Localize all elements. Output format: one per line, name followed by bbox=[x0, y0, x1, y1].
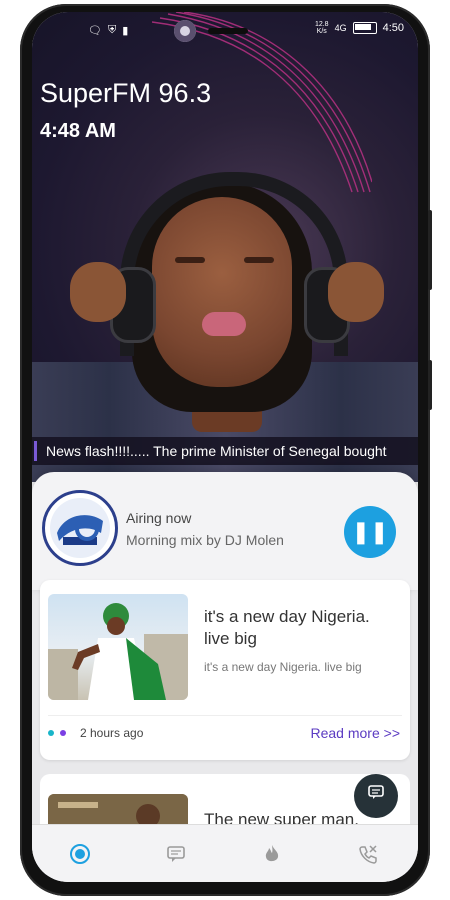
status-icons-left: 🗨 ⛨ ▮ bbox=[88, 24, 128, 37]
network-speed: 12.8 K/s bbox=[314, 21, 329, 35]
ticker-text: News flash!!!!..... The prime Minister o… bbox=[46, 443, 387, 459]
airing-label: Airing now bbox=[126, 510, 192, 526]
news-snippet: it's a new day Nigeria. live big bbox=[204, 660, 362, 674]
earpiece-speaker bbox=[208, 28, 248, 34]
shield-icon: ⛨ bbox=[107, 24, 117, 36]
bottom-navigation bbox=[32, 824, 418, 882]
person-face bbox=[152, 197, 292, 387]
chat-icon bbox=[167, 846, 185, 862]
ticker-accent-bar bbox=[34, 441, 37, 461]
chat-button[interactable] bbox=[354, 774, 398, 818]
person-lips bbox=[202, 312, 246, 336]
radio-icon bbox=[70, 844, 90, 864]
status-time: 4:50 bbox=[382, 22, 404, 34]
phone-call-icon bbox=[359, 845, 377, 864]
news-ticker[interactable]: News flash!!!!..... The prime Minister o… bbox=[32, 437, 418, 465]
person-eye bbox=[175, 257, 205, 263]
station-logo-graphic bbox=[50, 498, 110, 558]
news-thumbnail bbox=[48, 594, 188, 700]
status-icons-right: 12.8 K/s 4G 4:50 bbox=[315, 21, 404, 35]
battery-icon bbox=[352, 22, 377, 34]
now-playing-card[interactable]: Airing now Morning mix by DJ Molen ❚❚ bbox=[32, 472, 418, 590]
nav-call[interactable] bbox=[320, 825, 416, 882]
read-more-link[interactable]: Read more >> bbox=[311, 725, 401, 741]
nav-trending[interactable] bbox=[224, 825, 320, 882]
station-name: SuperFM 96.3 bbox=[40, 78, 212, 108]
person-hand-right bbox=[328, 262, 384, 322]
news-title[interactable]: it's a new day Nigeria. live big bbox=[204, 606, 394, 650]
side-button bbox=[428, 210, 432, 290]
page-dots bbox=[48, 730, 66, 736]
station-logo bbox=[42, 490, 118, 566]
divider bbox=[48, 715, 402, 716]
pause-button[interactable]: ❚❚ bbox=[344, 506, 396, 558]
app-screen: 🗨 ⛨ ▮ 12.8 K/s 4G 4:50 SuperFM 96.3 4:48… bbox=[32, 12, 418, 882]
current-time: 4:48 AM bbox=[40, 120, 116, 142]
nigeria-woman-image bbox=[48, 603, 188, 700]
front-camera bbox=[174, 20, 196, 42]
dot-indicator bbox=[48, 730, 54, 736]
network-type: 4G bbox=[334, 23, 347, 33]
nav-radio[interactable] bbox=[32, 825, 128, 882]
side-button bbox=[428, 360, 432, 410]
show-name: Morning mix by DJ Molen bbox=[126, 532, 284, 548]
post-time: 2 hours ago bbox=[80, 726, 144, 740]
news-card[interactable]: it's a new day Nigeria. live big it's a … bbox=[40, 580, 410, 760]
status-bar: 🗨 ⛨ ▮ 12.8 K/s 4G 4:50 bbox=[32, 12, 418, 46]
file-icon: ▮ bbox=[122, 25, 129, 37]
pause-icon: ❚❚ bbox=[351, 519, 389, 544]
nav-chat[interactable] bbox=[128, 825, 224, 882]
person-hand-left bbox=[70, 262, 126, 322]
hero-banner: 🗨 ⛨ ▮ 12.8 K/s 4G 4:50 SuperFM 96.3 4:48… bbox=[32, 12, 418, 482]
flame-icon bbox=[265, 845, 279, 862]
chat-bubble-icon bbox=[368, 785, 384, 799]
dot-indicator bbox=[60, 730, 66, 736]
person-eye bbox=[244, 257, 274, 263]
message-notification-icon: 🗨 bbox=[88, 25, 102, 37]
